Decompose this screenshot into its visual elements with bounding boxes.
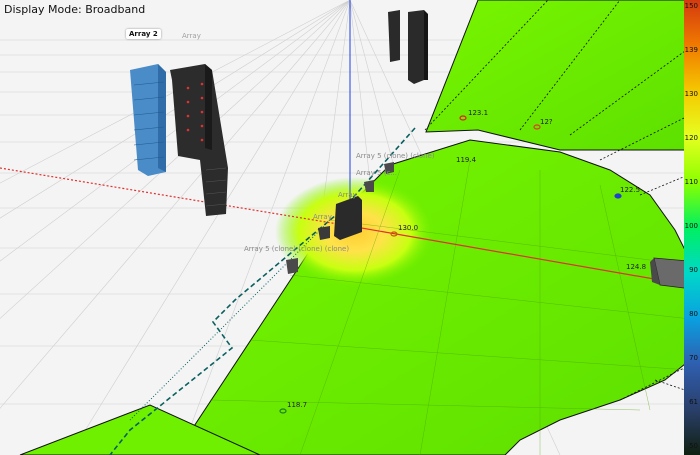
spl-readout: 119.4	[456, 156, 477, 164]
scale-tick: 90	[689, 266, 698, 274]
clone-label-1: Array 5 (clone) (clone)	[356, 152, 435, 160]
spl-readout: 123.1	[468, 109, 489, 117]
clone-label-3: Array	[338, 191, 357, 199]
scale-tick: 130	[684, 90, 698, 98]
clone-label-2: Array 5 (c...	[356, 169, 398, 177]
scale-tick: 120	[684, 134, 698, 142]
color-scale-bar: 150 139 130 120 110 100 90 80 70 61 50	[684, 0, 700, 455]
clone-label-5: Array 5 (clone) (clone) (clone)	[244, 245, 350, 253]
scale-tick: 61	[689, 398, 698, 406]
scale-tick: 110	[684, 178, 698, 186]
spl-readout: 124.8	[626, 263, 647, 271]
scale-tick: 150	[684, 2, 698, 10]
spl-readout: 12?	[540, 118, 553, 126]
3d-viewport[interactable]: Display Mode: Broadband Array 2 Array Ar…	[0, 0, 700, 455]
scale-tick: 139	[684, 46, 698, 54]
scale-tick: 100	[684, 222, 698, 230]
scale-tick: 50	[689, 442, 698, 450]
array-label-array[interactable]: Array	[179, 31, 204, 41]
clone-label-4: Array	[313, 213, 332, 221]
speaker-array-2[interactable]	[130, 64, 166, 176]
speaker-array-far[interactable]	[388, 10, 428, 84]
scale-tick: 80	[689, 310, 698, 318]
spl-readout: 130.0	[398, 224, 419, 232]
spl-readout: 118.7	[287, 401, 308, 409]
coverage-map-upper[interactable]	[425, 0, 700, 151]
spl-readout: 122.5	[620, 186, 641, 194]
array-label-array-2[interactable]: Array 2	[126, 29, 161, 39]
display-mode-label: Display Mode: Broadband	[4, 3, 146, 16]
speaker-array-tall[interactable]	[170, 64, 228, 216]
scene-canvas[interactable]	[0, 0, 700, 455]
scale-tick: 70	[689, 354, 698, 362]
